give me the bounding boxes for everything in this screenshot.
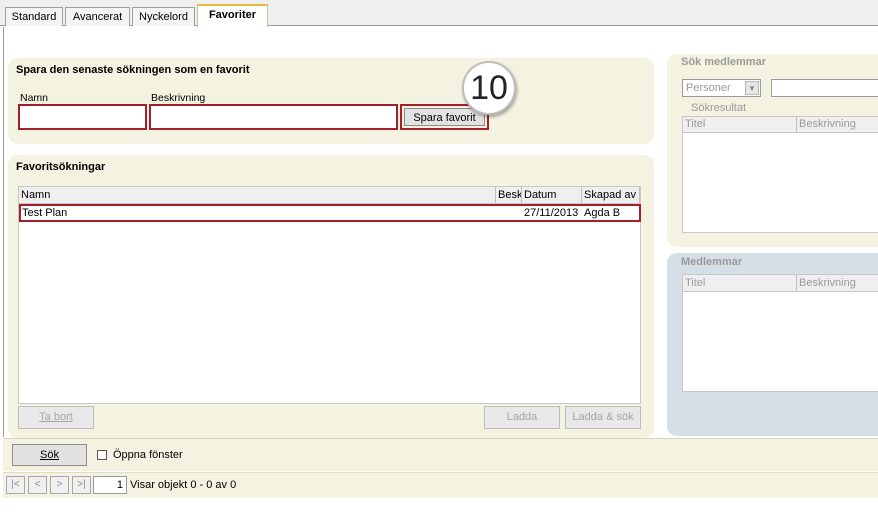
column-header-beskrivning[interactable]: Beskrivning bbox=[799, 118, 856, 130]
load-and-search-button[interactable]: Ladda & sök bbox=[565, 406, 641, 429]
members-title: Medlemmar bbox=[681, 256, 743, 268]
tab-nyckelord[interactable]: Nyckelord bbox=[132, 7, 195, 26]
last-page-button[interactable]: >| bbox=[72, 476, 91, 494]
search-results-label: Sökresultat bbox=[691, 102, 747, 114]
chevron-down-icon[interactable]: ▼ bbox=[745, 81, 759, 95]
name-field[interactable] bbox=[18, 104, 147, 130]
column-header-namn[interactable]: Namn bbox=[21, 189, 50, 201]
tab-standard[interactable]: Standard bbox=[5, 7, 63, 26]
table-row[interactable]: Test Plan 27/11/2013 Agda B bbox=[19, 204, 641, 222]
description-field[interactable] bbox=[149, 104, 398, 130]
previous-page-button[interactable]: < bbox=[28, 476, 47, 494]
name-label: Namn bbox=[20, 92, 49, 104]
column-header-beskrivning[interactable]: Beskrivning bbox=[799, 277, 856, 289]
tab-favoriter[interactable]: Favoriter bbox=[197, 4, 268, 27]
open-window-checkbox[interactable] bbox=[97, 450, 107, 460]
search-results-table: Titel Beskrivning bbox=[682, 116, 878, 233]
pager-bar: |< < > >| 1 Visar objekt 0 - 0 av 0 bbox=[3, 472, 878, 498]
column-header-skapad-av[interactable]: Skapad av bbox=[584, 189, 636, 201]
next-page-button[interactable]: > bbox=[50, 476, 69, 494]
favorites-table: Namn Besk Datum Skapad av Test Plan 27/1… bbox=[18, 186, 641, 404]
members-header: Titel Beskrivning bbox=[683, 275, 878, 292]
row-name: Test Plan bbox=[22, 207, 68, 219]
search-members-title: Sök medlemmar bbox=[681, 56, 766, 68]
search-button[interactable]: Sök bbox=[12, 444, 87, 466]
members-table: Titel Beskrivning bbox=[682, 274, 878, 392]
favorites-title: Favoritsökningar bbox=[16, 161, 106, 173]
member-type-select[interactable]: Personer ▼ bbox=[682, 79, 761, 97]
member-type-value: Personer bbox=[686, 82, 731, 94]
first-page-button[interactable]: |< bbox=[6, 476, 25, 494]
search-results-header: Titel Beskrivning bbox=[683, 117, 878, 133]
page-number-input[interactable]: 1 bbox=[93, 476, 127, 494]
delete-button[interactable]: Ta bort bbox=[18, 406, 94, 429]
save-favorite-title: Spara den senaste sökningen som en favor… bbox=[16, 64, 250, 76]
step-callout: 10 bbox=[462, 61, 516, 115]
row-created-by: Agda B bbox=[584, 207, 621, 219]
column-header-titel[interactable]: Titel bbox=[685, 277, 705, 289]
description-label: Beskrivning bbox=[151, 92, 206, 104]
left-border bbox=[3, 27, 4, 437]
open-window-label: Öppna fönster bbox=[113, 449, 183, 461]
column-header-beskrivning[interactable]: Besk bbox=[498, 189, 521, 201]
tab-bar: Standard Avancerat Nyckelord Favoriter bbox=[0, 0, 878, 27]
tab-avancerat[interactable]: Avancerat bbox=[65, 7, 130, 26]
column-header-titel[interactable]: Titel bbox=[685, 118, 705, 130]
save-favorite-button[interactable]: Spara favorit bbox=[404, 108, 485, 126]
load-button[interactable]: Ladda bbox=[484, 406, 560, 429]
row-date: 27/11/2013 bbox=[524, 207, 579, 219]
favorites-table-header: Namn Besk Datum Skapad av bbox=[19, 187, 640, 204]
column-header-datum[interactable]: Datum bbox=[524, 189, 556, 201]
member-search-input[interactable] bbox=[771, 79, 878, 97]
pager-status: Visar objekt 0 - 0 av 0 bbox=[130, 479, 237, 491]
